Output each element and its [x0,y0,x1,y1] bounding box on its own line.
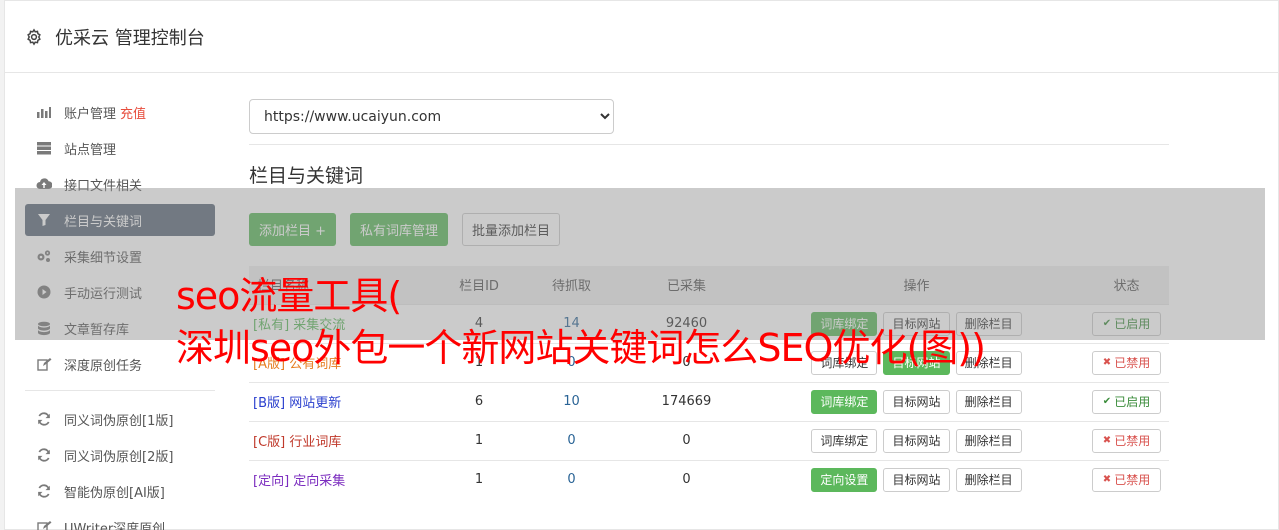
cell-status: ✖ 已禁用 [1084,342,1169,382]
cell-status: ✖ 已禁用 [1084,420,1169,460]
sidebar-item-label: 账户管理 [64,106,117,122]
status-toggle[interactable]: ✖ 已禁用 [1091,428,1162,453]
lexicon-bind-button[interactable]: 词库绑定 [811,389,878,414]
column-name: 定向采集 [293,474,346,490]
cell-name: [B版] 网站更新 [249,381,439,421]
recharge-link[interactable]: 充值 [120,103,146,122]
sidebar-item-label: 同义词伪原创[1版] [64,413,174,429]
cell-name: [C版] 行业词库 [249,420,439,460]
sidebar-item-a-0[interactable]: 账户管理 充值 [25,96,215,128]
times-icon: ✖ [1102,357,1112,368]
cell-collected: 174669 [624,381,749,421]
cell-pending[interactable]: 0 [519,459,624,499]
overlay-line-1: seo流量工具( [176,274,402,318]
sidebar-item-label: 深度原创任务 [64,358,143,374]
overlay-line-2: 深圳seo外包一个新网站关键词怎么SEO优化(图)) [176,326,986,370]
cell-actions: 词库绑定 目标网站 删除栏目 [749,381,1084,421]
column-tag: [定向] [253,474,290,490]
table-row: [B版] 网站更新 6 10 174669 词库绑定 目标网站 删除栏目 ✔ 已启用 [249,381,1169,421]
refresh-icon [35,483,53,499]
target-site-button[interactable]: 目标网站 [883,428,950,453]
sidebar-divider [25,390,215,391]
column-tag: [B版] [253,396,286,411]
check-icon: ✔ [1102,396,1112,407]
edit-icon [35,519,53,530]
column-name-link[interactable]: [定向] 定向采集 [253,474,345,489]
lexicon-bind-button[interactable]: 定向设置 [811,467,878,492]
delete-column-button[interactable]: 删除栏目 [955,389,1022,414]
gear-icon [25,27,45,47]
target-site-button[interactable]: 目标网站 [883,389,950,414]
sidebar-item-b-2[interactable]: 智能伪原创[AI版] [25,475,215,507]
sidebar-item-label: 同义词伪原创[2版] [64,449,174,465]
column-name: 行业词库 [289,435,342,450]
status-toggle[interactable]: ✖ 已禁用 [1091,467,1162,492]
site-select[interactable]: https://www.ucaiyun.com [249,99,614,134]
cell-pending[interactable]: 0 [519,420,624,460]
sidebar-item-label: UWriter深度原创 [64,521,166,530]
delete-column-button[interactable]: 删除栏目 [955,428,1022,453]
cell-actions: 定向设置 目标网站 删除栏目 [749,459,1084,499]
edit-icon [35,356,53,372]
cell-name: [定向] 定向采集 [249,459,439,499]
column-tag: [C版] [253,435,286,450]
overlay-caption: seo流量工具( 深圳seo外包一个新网站关键词怎么SEO优化(图)) [176,270,986,374]
lexicon-bind-button[interactable]: 词库绑定 [811,428,878,453]
column-name: 网站更新 [289,396,342,411]
status-label: 已启用 [1114,395,1151,409]
section-title: 栏目与关键词 [249,165,364,187]
cell-collected: 0 [624,459,749,499]
page-title: 优采云 管理控制台 [55,27,205,49]
column-name-link[interactable]: [B版] 网站更新 [253,396,341,411]
cell-pending[interactable]: 10 [519,381,624,421]
target-site-button[interactable]: 目标网站 [883,467,950,492]
sidebar-item-a-1[interactable]: 站点管理 [25,132,215,164]
sidebar-item-b-3[interactable]: UWriter深度原创 [25,511,215,530]
cell-id: 6 [439,381,519,421]
table-row: [C版] 行业词库 1 0 0 词库绑定 目标网站 删除栏目 ✖ 已禁用 [249,420,1169,460]
status-label: 已禁用 [1114,434,1151,448]
sidebar-item-label: 站点管理 [64,142,117,158]
column-name-link[interactable]: [C版] 行业词库 [253,435,341,450]
bar-chart-icon [35,104,53,120]
refresh-icon [35,447,53,463]
table-row: [定向] 定向采集 1 0 0 定向设置 目标网站 删除栏目 ✖ 已禁用 [249,459,1169,499]
cell-status: ✖ 已禁用 [1084,459,1169,499]
divider [249,144,1169,145]
refresh-icon [35,411,53,427]
sidebar-item-b-0[interactable]: 同义词伪原创[1版] [25,403,215,435]
cell-id: 1 [439,420,519,460]
status-label: 已禁用 [1114,356,1151,370]
server-icon [35,140,53,156]
delete-column-button[interactable]: 删除栏目 [955,467,1022,492]
cell-collected: 0 [624,420,749,460]
cell-actions: 词库绑定 目标网站 删除栏目 [749,420,1084,460]
sidebar-item-b-1[interactable]: 同义词伪原创[2版] [25,439,215,471]
cell-status: ✔ 已启用 [1084,381,1169,421]
status-toggle[interactable]: ✖ 已禁用 [1091,350,1162,375]
panel-header: 优采云 管理控制台 [5,1,1278,73]
times-icon: ✖ [1102,474,1112,486]
cell-id: 1 [439,459,519,499]
status-toggle[interactable]: ✔ 已启用 [1091,389,1162,414]
status-label: 已禁用 [1114,473,1151,488]
sidebar-item-label: 智能伪原创[AI版] [64,485,165,501]
times-icon: ✖ [1102,435,1112,446]
